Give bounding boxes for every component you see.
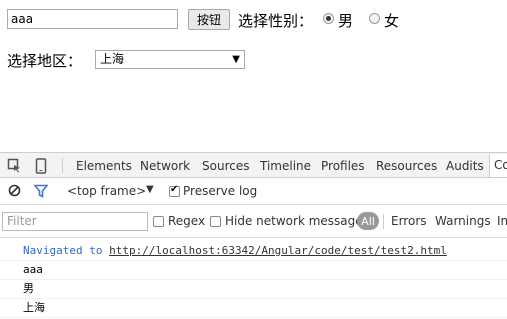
tab-resources[interactable]: Resources (376, 159, 437, 173)
region-label: 选择地区： (7, 52, 83, 70)
hide-network-label[interactable]: Hide network messages (225, 214, 369, 228)
radio-female-label[interactable]: 女 (384, 10, 399, 31)
navigated-url-link[interactable]: http://localhost:63342/Angular/code/test… (109, 244, 447, 257)
frame-dropdown-icon[interactable]: ▼ (146, 184, 154, 195)
regex-label[interactable]: Regex (168, 214, 205, 228)
devtools-panel: Elements Network Sources Timeline Profil… (0, 152, 507, 319)
clear-console-icon[interactable] (8, 184, 21, 200)
console-log-line: 男 (0, 280, 507, 299)
regex-checkbox[interactable] (153, 216, 164, 227)
console-filter-bar: Filter Regex Hide network messages All E… (0, 205, 507, 238)
region-select-value: 上海 (100, 52, 125, 66)
submit-button[interactable]: 按钮 (188, 9, 230, 30)
devtools-tabbar: Elements Network Sources Timeline Profil… (0, 152, 507, 178)
console-log-line: 上海 (0, 299, 507, 318)
filter-icon[interactable] (33, 184, 49, 201)
radio-male[interactable] (323, 13, 334, 24)
radio-male-label[interactable]: 男 (338, 10, 353, 31)
text-input[interactable]: aaa (7, 9, 178, 29)
console-navigated-line: Navigated to http://localhost:63342/Angu… (0, 242, 507, 261)
level-errors[interactable]: Errors (391, 214, 427, 228)
dropdown-arrow-icon: ▼ (232, 54, 240, 65)
level-info[interactable]: In (497, 214, 507, 228)
level-separator (383, 214, 384, 229)
tab-profiles[interactable]: Profiles (321, 159, 365, 173)
preserve-log-checkbox[interactable] (169, 184, 180, 197)
region-select[interactable]: 上海 ▼ (95, 50, 245, 69)
frame-select[interactable]: <top frame> (67, 184, 146, 198)
gender-label: 选择性别： (238, 12, 314, 30)
tab-timeline[interactable]: Timeline (260, 159, 311, 173)
filter-input[interactable]: Filter (2, 212, 148, 231)
tab-network[interactable]: Network (140, 159, 190, 173)
tab-separator (62, 158, 63, 173)
tab-elements[interactable]: Elements (76, 159, 132, 173)
preserve-log-label[interactable]: Preserve log (183, 184, 257, 198)
level-all[interactable]: All (357, 212, 379, 230)
inspect-icon[interactable] (7, 158, 22, 176)
navigated-prefix: Navigated to (23, 244, 103, 257)
hide-network-checkbox[interactable] (210, 216, 221, 227)
tab-sources[interactable]: Sources (202, 159, 249, 173)
page-content: aaa 按钮 选择性别： 男 女 选择地区： 上海 ▼ (0, 0, 507, 152)
tab-audits[interactable]: Audits (446, 159, 484, 173)
console-toolbar: <top frame> ▼ Preserve log (0, 178, 507, 205)
radio-female[interactable] (369, 13, 380, 24)
level-warnings[interactable]: Warnings (435, 214, 491, 228)
tab-console[interactable]: Co (489, 154, 507, 177)
device-icon[interactable] (35, 158, 47, 177)
console-log-line: aaa (0, 261, 507, 280)
